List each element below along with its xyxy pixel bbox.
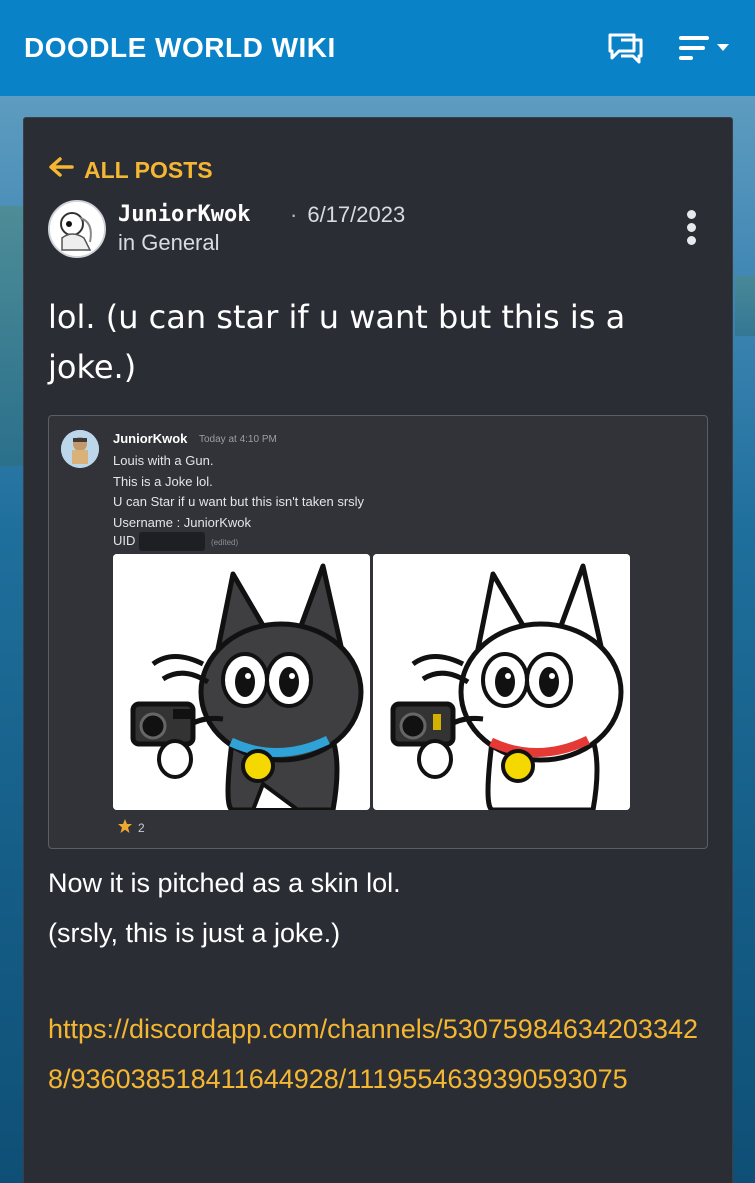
- embed-avatar: [61, 430, 99, 468]
- embed-author: JuniorKwok: [113, 431, 188, 446]
- site-title[interactable]: DOODLE WORLD WIKI: [24, 32, 336, 64]
- background-tree: [735, 276, 755, 336]
- arrow-left-icon: [48, 156, 74, 184]
- embed-message: Louis with a Gun. This is a Joke lol. U …: [113, 451, 364, 533]
- embed-uid-label: UID: [113, 533, 136, 548]
- embed-line: U can Star if u want but this isn't take…: [113, 494, 365, 509]
- post-category[interactable]: in General: [118, 230, 220, 256]
- post-author-row: JuniorKwok · 6/17/2023 in General: [48, 200, 708, 258]
- chat-bubbles-icon[interactable]: [607, 30, 645, 66]
- star-reaction[interactable]: 2: [113, 816, 153, 840]
- post-body-line: (srsly, this is just a joke.): [48, 918, 341, 948]
- top-navigation-bar: DOODLE WORLD WIKI: [0, 0, 755, 96]
- hamburger-menu-icon[interactable]: [677, 30, 733, 66]
- header-actions: [607, 30, 733, 66]
- post-date: · 6/17/2023: [290, 202, 406, 227]
- post-body: Now it is pitched as a skin lol. (srsly,…: [48, 858, 708, 958]
- more-options-icon[interactable]: [684, 210, 698, 250]
- edited-label: (edited): [211, 538, 239, 547]
- embed-time: Today at 4:10 PM: [199, 434, 277, 445]
- post-body-line: Now it is pitched as a skin lol.: [48, 868, 401, 898]
- post-date-value: 6/17/2023: [307, 202, 406, 227]
- embed-line: Username : JuniorKwok: [113, 514, 251, 530]
- redacted-uid: [139, 532, 205, 551]
- embed-line: Louis with a Gun.: [113, 453, 214, 468]
- post-card: ALL POSTS JuniorKwok · 6/17/2023 in Gener…: [23, 117, 733, 1183]
- all-posts-label: ALL POSTS: [84, 156, 213, 183]
- all-posts-link[interactable]: ALL POSTS: [48, 156, 213, 184]
- star-icon: [117, 818, 133, 838]
- embed-line: This is a Joke lol.: [113, 473, 213, 489]
- white-cat-image: [373, 554, 630, 810]
- author-avatar[interactable]: [48, 200, 106, 258]
- author-name[interactable]: JuniorKwok: [118, 202, 250, 227]
- reaction-count: 2: [138, 821, 145, 835]
- post-title: lol. (u can star if u want but this is a…: [48, 298, 626, 386]
- embedded-screenshot[interactable]: JuniorKwok Today at 4:10 PM Louis with a…: [48, 415, 708, 849]
- black-cat-image: [113, 554, 370, 810]
- discord-link[interactable]: https://discordapp.com/channels/53075984…: [48, 1004, 716, 1104]
